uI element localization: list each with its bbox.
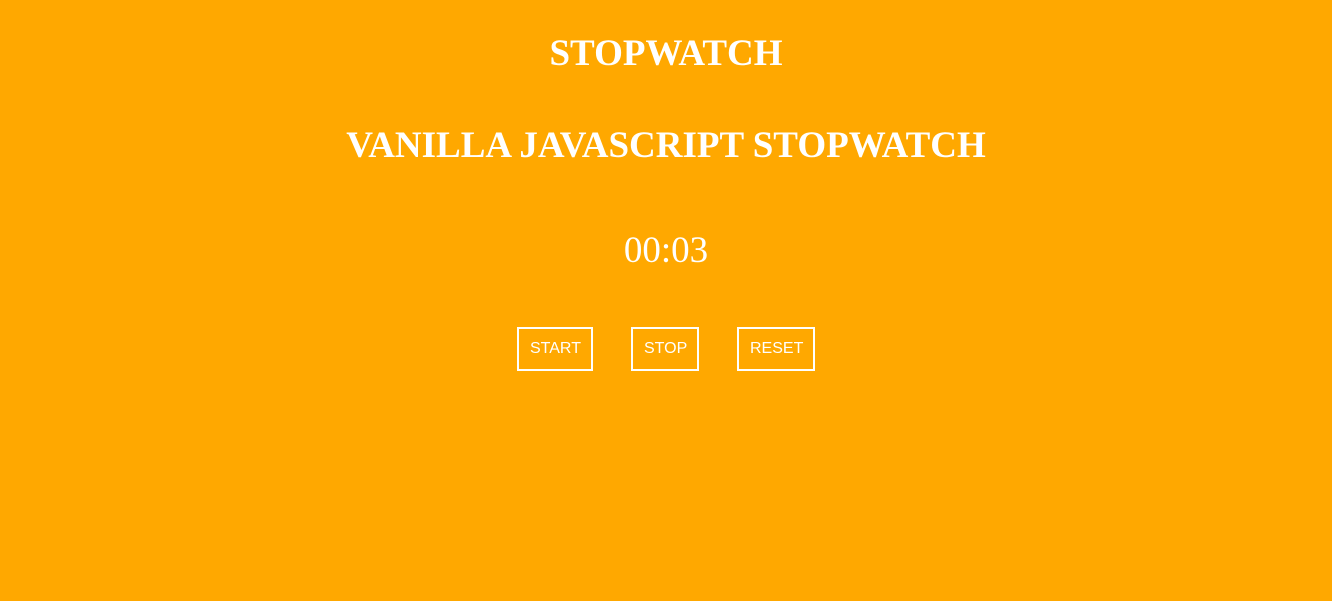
stopwatch-controls: START STOP RESET <box>0 327 1332 371</box>
stopwatch-page: STOPWATCH VANILLA JAVASCRIPT STOPWATCH 0… <box>0 0 1332 601</box>
start-button[interactable]: START <box>517 327 593 371</box>
page-subtitle: VANILLA JAVASCRIPT STOPWATCH <box>346 125 986 166</box>
stop-button[interactable]: STOP <box>631 327 699 371</box>
page-title: STOPWATCH <box>549 33 783 74</box>
reset-button[interactable]: RESET <box>737 327 815 371</box>
time-display: 00:03 <box>623 230 709 271</box>
